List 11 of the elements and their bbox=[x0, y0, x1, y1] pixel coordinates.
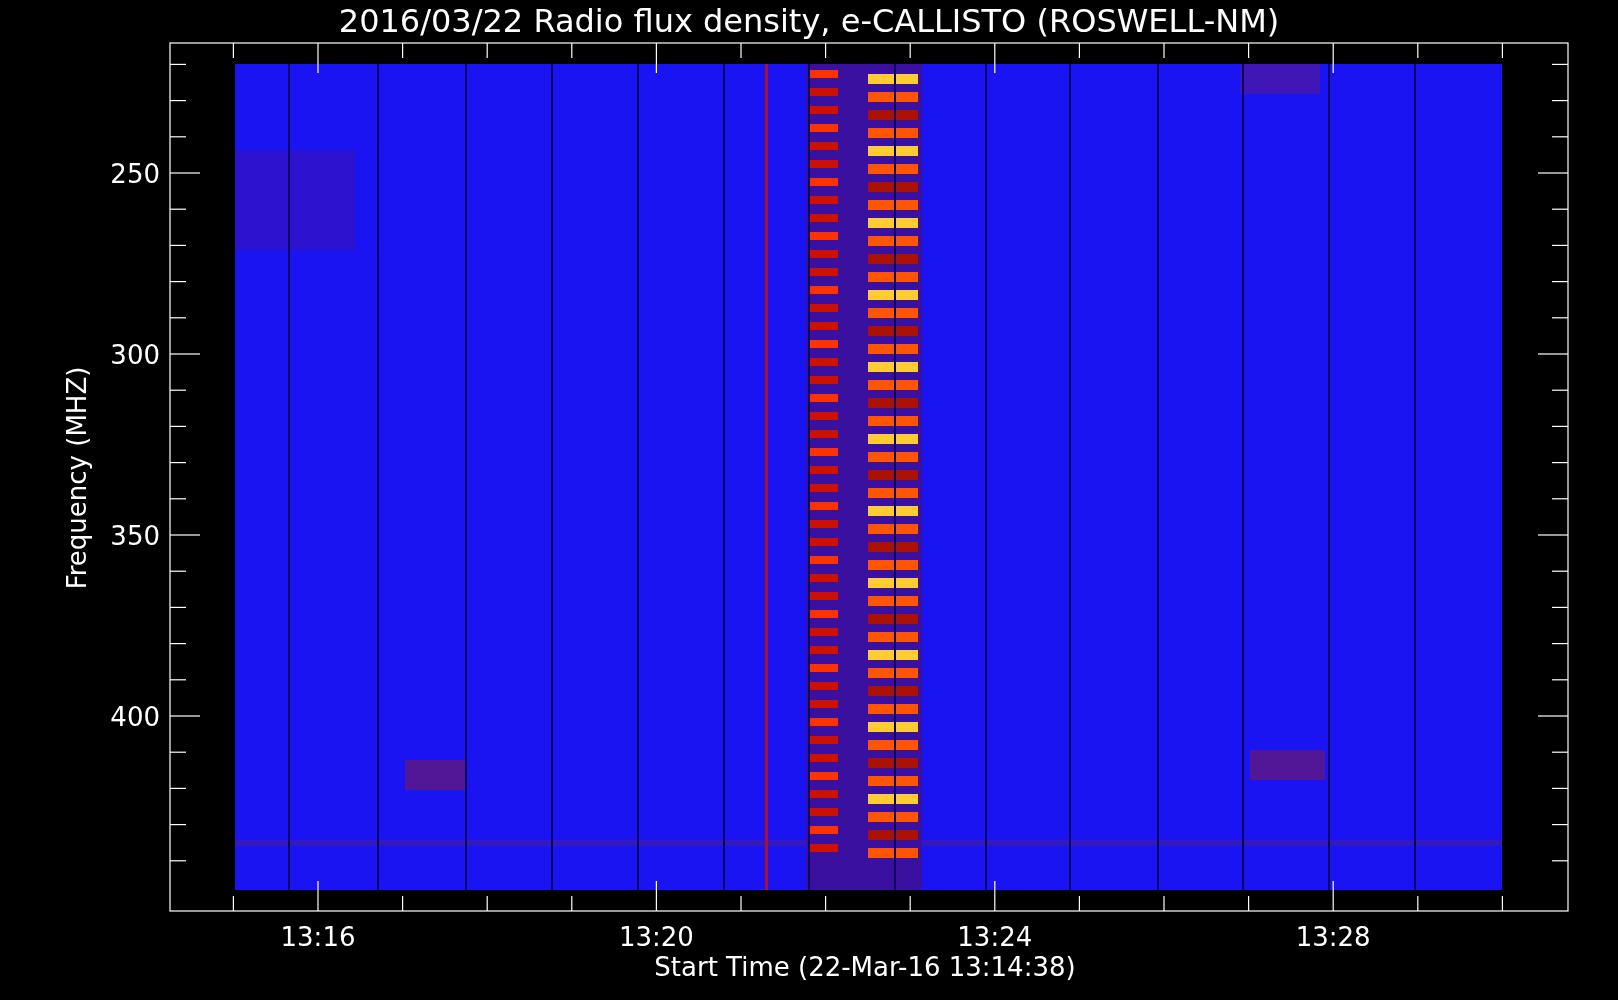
axis-tick-label: 13:20 bbox=[618, 922, 694, 952]
chart-title: 2016/03/22 Radio flux density, e-CALLISTO (ROSWELL-NM) bbox=[338, 2, 1280, 40]
axis-tick-label: 13:28 bbox=[1295, 922, 1371, 952]
axis-tick-label: 400 bbox=[110, 702, 160, 732]
axis-tick-label: 13:24 bbox=[957, 922, 1033, 952]
axis-tick-label: 350 bbox=[110, 521, 160, 551]
axis-title: Frequency (MHZ) bbox=[62, 366, 92, 590]
axis-tick-label: 13:16 bbox=[280, 922, 356, 952]
axis-tick-label: 300 bbox=[110, 340, 160, 370]
axis-title: Start Time (22-Mar-16 13:14:38) bbox=[654, 952, 1076, 982]
axis-tick-label: 250 bbox=[110, 159, 160, 189]
